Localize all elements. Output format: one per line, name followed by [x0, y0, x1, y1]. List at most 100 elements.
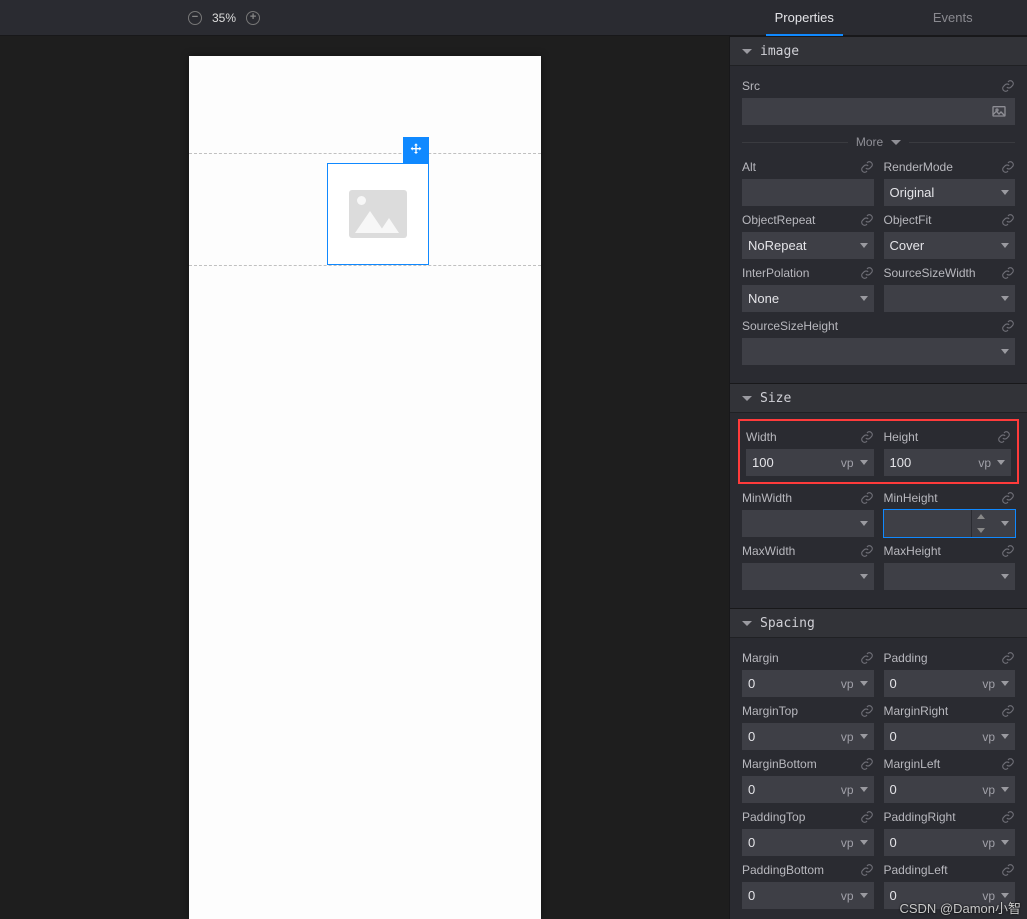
interpolation-select[interactable]: [742, 285, 874, 312]
link-icon[interactable]: [860, 430, 874, 444]
src-input[interactable]: [742, 98, 1015, 125]
size-highlight: Width vp Height vp: [738, 419, 1019, 484]
selected-image-component[interactable]: [327, 163, 429, 265]
marginLeft-input[interactable]: vp: [884, 776, 1016, 803]
marginBottom-label: MarginBottom: [742, 757, 817, 771]
image-placeholder-icon: [349, 190, 407, 238]
caret-down-icon: [742, 396, 752, 401]
marginRight-input[interactable]: vp: [884, 723, 1016, 750]
paddingLeft-label: PaddingLeft: [884, 863, 948, 877]
more-divider[interactable]: More: [742, 135, 1015, 149]
objectrepeat-label: ObjectRepeat: [742, 213, 815, 227]
link-icon[interactable]: [1001, 319, 1015, 333]
objectfit-select[interactable]: [884, 232, 1016, 259]
tab-events[interactable]: Events: [879, 0, 1027, 35]
link-icon[interactable]: [860, 213, 874, 227]
link-icon[interactable]: [860, 810, 874, 824]
marginTop-label: MarginTop: [742, 704, 798, 718]
minwidth-input[interactable]: [742, 510, 874, 537]
section-title: Size: [760, 391, 791, 406]
tab-properties[interactable]: Properties: [730, 0, 879, 35]
marginLeft-label: MarginLeft: [884, 757, 941, 771]
objectrepeat-select[interactable]: [742, 232, 874, 259]
section-title: image: [760, 44, 799, 59]
stepper[interactable]: [971, 510, 989, 537]
paddingTop-input[interactable]: vp: [742, 829, 874, 856]
link-icon[interactable]: [860, 863, 874, 877]
link-icon[interactable]: [1001, 651, 1015, 665]
alt-label: Alt: [742, 160, 756, 174]
canvas-area[interactable]: [0, 36, 729, 919]
zoom-value: 35%: [212, 11, 236, 25]
image-icon: [989, 104, 1009, 120]
zoom-out-button[interactable]: −: [188, 11, 202, 25]
section-title: Spacing: [760, 616, 815, 631]
caret-down-icon: [742, 621, 752, 626]
height-input[interactable]: vp: [884, 449, 1012, 476]
panel-tabs: Properties Events: [730, 0, 1027, 36]
link-icon[interactable]: [1001, 863, 1015, 877]
sourcesizewidth-input[interactable]: [884, 285, 1016, 312]
link-icon[interactable]: [1001, 491, 1015, 505]
minheight-label: MinHeight: [884, 491, 938, 505]
rendermode-label: RenderMode: [884, 160, 953, 174]
sourcesizeheight-label: SourceSizeHeight: [742, 319, 838, 333]
paddingRight-input[interactable]: vp: [884, 829, 1016, 856]
marginTop-input[interactable]: vp: [742, 723, 874, 750]
watermark: CSDN @Damon小智: [899, 898, 1021, 917]
paddingRight-label: PaddingRight: [884, 810, 956, 824]
link-icon[interactable]: [1001, 704, 1015, 718]
maxwidth-input[interactable]: [742, 563, 874, 590]
margin-label: Margin: [742, 651, 779, 665]
caret-down-icon: [742, 49, 752, 54]
link-icon[interactable]: [1001, 810, 1015, 824]
link-icon[interactable]: [1001, 160, 1015, 174]
link-icon[interactable]: [1001, 544, 1015, 558]
link-icon[interactable]: [860, 704, 874, 718]
height-label: Height: [884, 430, 919, 444]
width-input[interactable]: vp: [746, 449, 874, 476]
paddingBottom-input[interactable]: vp: [742, 882, 874, 909]
minheight-input[interactable]: [884, 510, 1016, 537]
link-icon[interactable]: [1001, 79, 1015, 93]
link-icon[interactable]: [1001, 266, 1015, 280]
padding-label: Padding: [884, 651, 928, 665]
paddingBottom-label: PaddingBottom: [742, 863, 824, 877]
move-handle[interactable]: [403, 137, 429, 163]
section-header-spacing[interactable]: Spacing: [730, 608, 1027, 638]
sourcesizeheight-input[interactable]: [742, 338, 1015, 365]
link-icon[interactable]: [997, 430, 1011, 444]
zoom-controls: − 35% +: [188, 11, 260, 25]
zoom-in-button[interactable]: +: [246, 11, 260, 25]
link-icon[interactable]: [860, 544, 874, 558]
properties-panel: Properties Events image Src More: [729, 36, 1027, 919]
rendermode-select[interactable]: [884, 179, 1016, 206]
link-icon[interactable]: [860, 266, 874, 280]
link-icon[interactable]: [1001, 757, 1015, 771]
objectfit-label: ObjectFit: [884, 213, 932, 227]
sourcesizewidth-label: SourceSizeWidth: [884, 266, 976, 280]
link-icon[interactable]: [860, 491, 874, 505]
maxheight-input[interactable]: [884, 563, 1016, 590]
marginRight-label: MarginRight: [884, 704, 949, 718]
interpolation-label: InterPolation: [742, 266, 809, 280]
marginBottom-input[interactable]: vp: [742, 776, 874, 803]
guide-line-top: [189, 153, 541, 154]
link-icon[interactable]: [1001, 213, 1015, 227]
section-header-image[interactable]: image: [730, 36, 1027, 66]
link-icon[interactable]: [860, 757, 874, 771]
src-label: Src: [742, 79, 760, 93]
link-icon[interactable]: [860, 651, 874, 665]
margin-input[interactable]: vp: [742, 670, 874, 697]
guide-line-bottom: [189, 265, 541, 266]
minwidth-label: MinWidth: [742, 491, 792, 505]
maxheight-label: MaxHeight: [884, 544, 941, 558]
padding-input[interactable]: vp: [884, 670, 1016, 697]
link-icon[interactable]: [860, 160, 874, 174]
maxwidth-label: MaxWidth: [742, 544, 795, 558]
artboard[interactable]: [189, 56, 541, 919]
section-header-size[interactable]: Size: [730, 383, 1027, 413]
alt-input[interactable]: [742, 179, 874, 206]
width-label: Width: [746, 430, 777, 444]
paddingTop-label: PaddingTop: [742, 810, 805, 824]
